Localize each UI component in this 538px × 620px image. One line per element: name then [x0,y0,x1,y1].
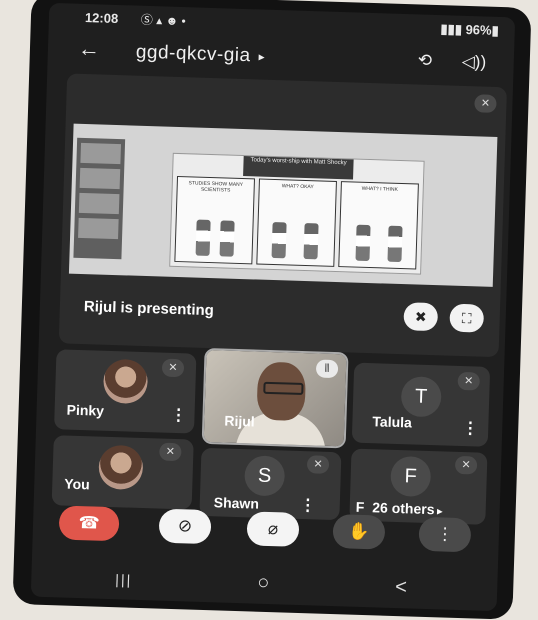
mic-off-icon: ✕ [457,371,481,391]
participant-name: Shawn [213,494,260,512]
home-icon[interactable]: ○ [257,572,270,595]
phone-frame: 12:08 Ⓢ ▴ ☻ • ▮▮▮ 96%▮ ← ggd-qkcv-gia ▸ ⟲… [12,0,532,620]
others-tile[interactable]: F ✕ F 26 others ▸ [349,448,488,525]
more-vert-icon: ⋮ [436,524,454,544]
participant-name: You [64,475,90,493]
mic-off-icon: ✕ [159,442,182,462]
participant-tile[interactable]: S ✕ Shawn ⋮ [199,447,342,521]
avatar [102,358,149,405]
shared-screen: Today's worst-ship with Matt Shocky STUD… [68,123,498,287]
chevron-right-icon: ▸ [258,49,266,64]
more-options-icon[interactable]: ⋮ [170,405,187,425]
camera-switch-icon[interactable]: ⟲ [417,50,433,70]
meet-screen: 12:08 Ⓢ ▴ ☻ • ▮▮▮ 96%▮ ← ggd-qkcv-gia ▸ ⟲… [30,2,516,612]
speaking-indicator-icon: ⦀ [315,359,339,379]
pin-off-icon: ✖ [414,308,427,325]
mic-off-icon: ✕ [161,358,185,378]
presentation-tile[interactable]: ✕ Today's worst-ship with Matt Shocky ST… [58,73,507,358]
avatar: F [390,455,432,498]
phone-hangup-icon: ☎ [78,513,100,533]
notification-icons: Ⓢ ▴ ☻ • [140,12,186,29]
raise-hand-button[interactable]: ✋ [332,514,386,550]
mic-off-icon: ✕ [306,455,330,474]
camera-off-icon: ⊘ [177,516,193,536]
participant-name: Pinky [66,401,105,419]
mic-off-icon: ⌀ [267,518,279,539]
recent-apps-icon[interactable]: ||| [115,571,132,588]
participant-tile[interactable]: ✕ You [51,435,194,510]
back-arrow-icon[interactable]: ← [78,36,101,63]
nav-back-icon[interactable]: < [395,576,407,599]
current-slide: Today's worst-ship with Matt Shocky STUD… [169,152,425,275]
comic-panel-3: WHAT? I THINK [338,181,419,270]
avatar: S [244,455,286,497]
participant-tile-active[interactable]: ⦀ Rijul [201,347,349,449]
avatar: T [400,376,442,418]
comic-panel-2: WHAT? OKAY [256,178,337,267]
battery-level: ▮▮▮ 96%▮ [440,21,500,38]
end-call-button[interactable]: ☎ [58,505,120,542]
participant-tile[interactable]: ✕ Pinky ⋮ [54,349,197,434]
mic-toggle-button[interactable]: ⌀ [246,511,300,547]
more-options-button[interactable]: ⋮ [418,516,472,553]
hand-icon: ✋ [348,521,370,542]
mic-off-icon: ✕ [454,455,478,475]
meeting-code[interactable]: ggd-qkcv-gia ▸ [136,42,266,68]
slide-thumbnails [73,137,126,260]
comic-panel-1: STUDIES SHOW MANY SCIENTISTS [174,175,255,265]
presenting-label: Rijul is presenting [83,298,215,320]
fullscreen-button[interactable]: ⛶ [449,303,485,333]
slide-title: Today's worst-ship with Matt Shocky [243,156,354,180]
camera-toggle-button[interactable]: ⊘ [158,508,212,545]
others-count: 26 others [372,499,435,518]
pin-off-button[interactable]: ✖ [403,302,439,332]
system-nav-bar: ||| ○ < [31,563,498,612]
participant-name: Rijul [224,412,255,430]
participant-tile[interactable]: T ✕ Talula ⋮ [351,362,491,447]
status-time: 12:08 [84,9,119,27]
more-options-icon[interactable]: ⋮ [462,418,479,438]
battery-icon: ▮ [491,22,500,38]
signal-icon: ▮▮▮ [440,21,466,37]
mic-off-icon: ✕ [474,94,497,113]
participant-name: Talula [372,413,413,431]
fullscreen-icon: ⛶ [461,309,472,327]
avatar [98,444,144,491]
speaker-icon[interactable]: ◁)) [461,52,486,73]
